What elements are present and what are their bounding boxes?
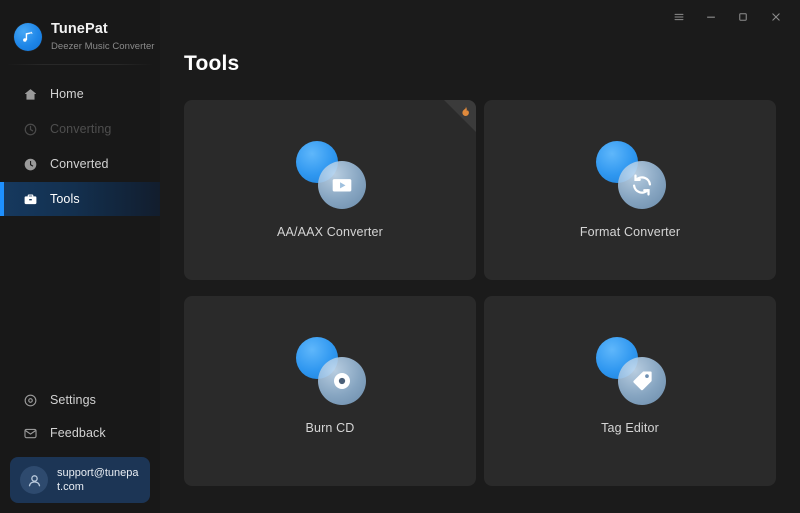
- sidebar-item-home[interactable]: Home: [0, 77, 160, 111]
- icon-circle-front: [318, 357, 366, 405]
- sidebar-item-tools[interactable]: Tools: [0, 182, 160, 216]
- close-icon[interactable]: [760, 4, 792, 30]
- tool-card-label: AA/AAX Converter: [277, 225, 383, 239]
- hamburger-menu-icon[interactable]: [664, 4, 694, 30]
- cd-disc-icon: [296, 337, 366, 405]
- tool-card-label: Tag Editor: [601, 421, 659, 435]
- price-tag-icon: [596, 337, 666, 405]
- icon-circle-front: [318, 161, 366, 209]
- page-title: Tools: [184, 52, 240, 75]
- home-icon: [22, 86, 39, 103]
- app-window: TunePat Deezer Music Converter Home Conv…: [0, 0, 800, 513]
- sidebar-item-feedback[interactable]: Feedback: [0, 417, 160, 449]
- brand-header: TunePat Deezer Music Converter: [0, 0, 160, 60]
- gear-icon: [22, 392, 39, 409]
- sidebar: TunePat Deezer Music Converter Home Conv…: [0, 0, 160, 513]
- brand-title: TunePat: [51, 21, 108, 38]
- sidebar-item-converting[interactable]: Converting: [0, 112, 160, 146]
- refresh-sync-icon: [596, 141, 666, 209]
- tool-card-aa-aax-converter[interactable]: AA/AAX Converter: [184, 100, 476, 280]
- sidebar-item-settings[interactable]: Settings: [0, 384, 160, 416]
- sidebar-bottom-nav: Settings Feedback support@tunepat.com: [0, 384, 160, 513]
- play-video-icon: [296, 141, 366, 209]
- flame-corner-badge-icon: [458, 104, 473, 119]
- minimize-icon[interactable]: [696, 4, 726, 30]
- sidebar-item-label: Settings: [50, 393, 96, 407]
- sidebar-item-label: Converting: [50, 122, 112, 136]
- brand-subtitle: Deezer Music Converter: [51, 40, 155, 52]
- tool-card-label: Format Converter: [579, 225, 681, 239]
- sidebar-nav: Home Converting Converted Tools: [0, 77, 160, 217]
- clock-icon: [22, 156, 39, 173]
- message-icon: [22, 425, 39, 442]
- tool-card-burn-cd[interactable]: Burn CD: [184, 296, 476, 486]
- icon-circle-front: [618, 161, 666, 209]
- account-chip[interactable]: support@tunepat.com: [10, 457, 150, 503]
- tool-card-label: Burn CD: [305, 421, 355, 435]
- main-content: Tools AA/AAX Converter Format Converter …: [160, 0, 800, 513]
- sidebar-item-label: Tools: [50, 192, 80, 206]
- window-titlebar: [664, 0, 800, 34]
- sidebar-item-label: Feedback: [50, 426, 106, 440]
- tools-grid: AA/AAX Converter Format Converter Burn C…: [184, 100, 776, 486]
- tool-card-format-converter[interactable]: Format Converter: [484, 100, 776, 280]
- converting-icon: [22, 121, 39, 138]
- sidebar-item-label: Home: [50, 87, 84, 101]
- tool-card-tag-editor[interactable]: Tag Editor: [484, 296, 776, 486]
- account-email: support@tunepat.com: [57, 466, 139, 493]
- user-avatar-icon: [20, 466, 48, 494]
- sidebar-divider: [8, 64, 152, 65]
- music-note-icon: [14, 23, 42, 51]
- icon-circle-front: [618, 357, 666, 405]
- sidebar-item-label: Converted: [50, 157, 109, 171]
- toolbox-icon: [22, 191, 39, 208]
- maximize-icon[interactable]: [728, 4, 758, 30]
- sidebar-item-converted[interactable]: Converted: [0, 147, 160, 181]
